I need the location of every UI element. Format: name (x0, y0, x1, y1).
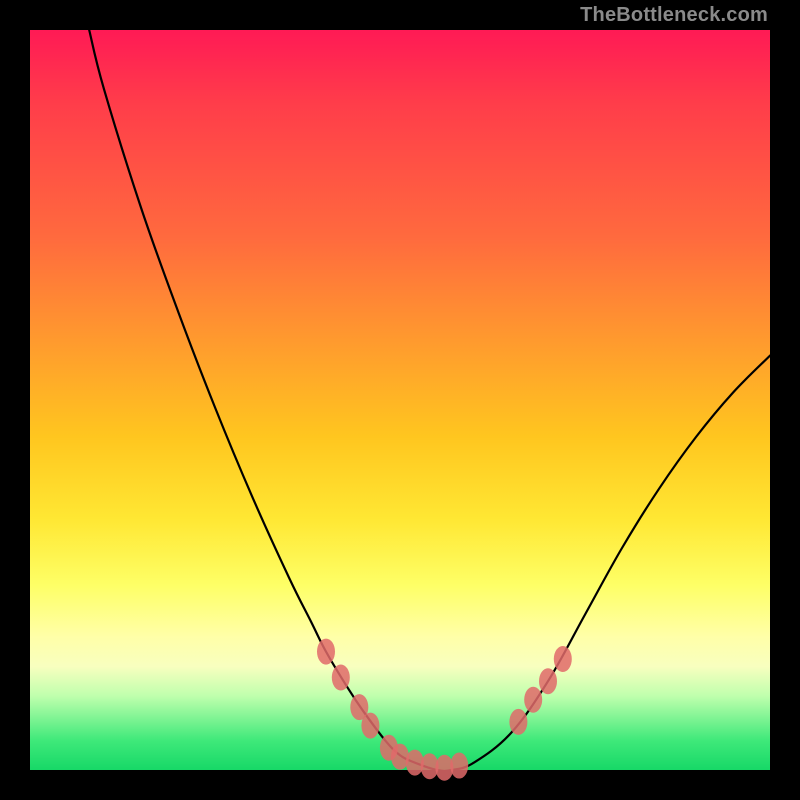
marker-point (554, 646, 572, 672)
marker-point (509, 709, 527, 735)
marker-group (317, 639, 572, 781)
curve-layer (30, 30, 770, 770)
marker-point (332, 665, 350, 691)
marker-point (524, 687, 542, 713)
marker-point (539, 668, 557, 694)
plot-area (30, 30, 770, 770)
marker-point (317, 639, 335, 665)
attribution-text: TheBottleneck.com (580, 4, 768, 27)
chart-frame: TheBottleneck.com (0, 0, 800, 800)
bottleneck-curve (89, 30, 770, 771)
marker-point (361, 713, 379, 739)
marker-point (450, 753, 468, 779)
